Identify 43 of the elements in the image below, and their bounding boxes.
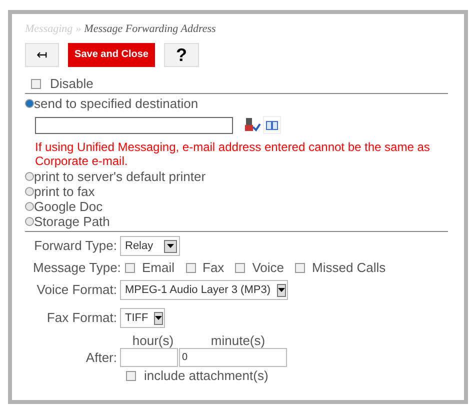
checkbox[interactable] [126,371,136,381]
fax-format-select[interactable]: TIFF [120,308,165,328]
warning-message: If using Unified Messaging, e-mail address entered cannot be the same as Corporate e-mail. [35,140,431,168]
checkbox-label: include attachment(s) [144,369,268,383]
checkbox-label: Email [142,261,175,275]
help-button[interactable]: ? [164,43,199,67]
checkbox[interactable] [186,263,196,273]
checkbox[interactable] [31,79,41,89]
field-label: Fax Format: [46,311,118,325]
back-button[interactable]: ↤ [25,43,59,67]
radio-label: print to server's default printer [34,170,206,184]
book-icon[interactable] [263,116,281,134]
checkbox-label: Missed Calls [312,261,386,275]
field-label: Message Type: [33,261,120,275]
address-field[interactable] [35,116,233,134]
checkbox[interactable] [125,263,135,273]
column-label: hour(s) [131,334,175,348]
radio-label: print to fax [34,184,95,198]
radio-label: Google Doc [34,200,103,214]
voice-format-select[interactable]: MPEG-1 Audio Layer 3 (MP3) [120,280,288,300]
radio-button[interactable] [25,202,34,211]
checkbox-label: Disable [50,77,94,91]
checkbox[interactable] [295,263,305,273]
checkbox-label: Fax [202,261,224,275]
radio-button[interactable] [25,99,34,108]
column-label: minute(s) [210,334,266,348]
radio-label: send to specified destination [34,96,198,110]
field-label: Voice Format: [36,283,118,297]
user-check-icon[interactable] [243,116,263,134]
radio-label: Storage Path [34,214,110,228]
checkbox[interactable] [235,263,246,273]
checkbox-label: Voice [252,261,284,275]
field-label: After: [84,350,118,364]
save-and-close-button[interactable]: Save and Close [68,43,155,67]
radio-button[interactable] [25,217,34,226]
forward-type-select[interactable]: Relay [120,236,180,256]
hours-field[interactable] [120,348,178,367]
breadcrumb-separator: » [76,22,82,36]
field-label: Forward Type: [33,239,118,253]
page-title: Message Forwarding Address [84,22,216,36]
radio-button[interactable] [25,187,34,196]
radio-button[interactable] [25,172,34,181]
minutes-field[interactable]: 0 [179,348,287,367]
